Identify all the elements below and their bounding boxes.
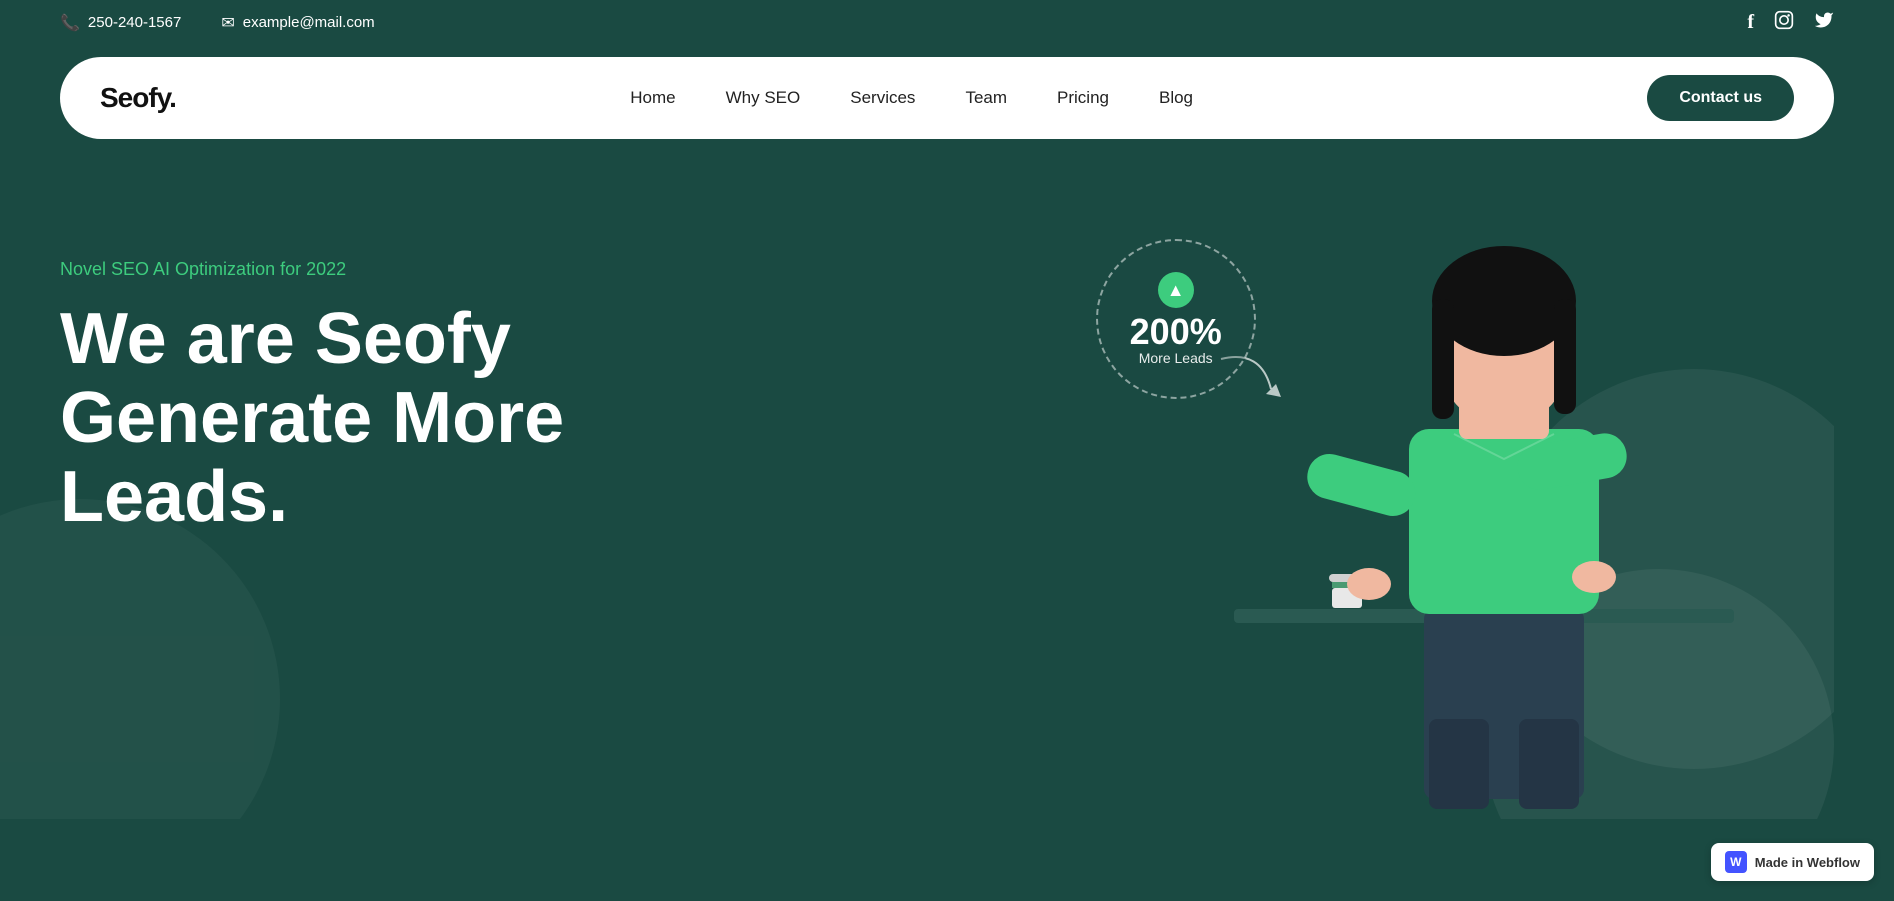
nav-item-why-seo[interactable]: Why SEO bbox=[726, 88, 801, 108]
badge-label: More Leads bbox=[1139, 350, 1213, 366]
nav-links: Home Why SEO Services Team Pricing Blog bbox=[630, 88, 1193, 108]
nav-bar: Seofy. Home Why SEO Services Team Pricin… bbox=[60, 57, 1834, 139]
instagram-icon[interactable] bbox=[1774, 10, 1794, 35]
hero-title-line1: We are Seofy bbox=[60, 299, 511, 379]
hero-title-line3: Leads. bbox=[60, 457, 288, 537]
badge-circle: ▲ 200% More Leads bbox=[1096, 239, 1256, 399]
social-links: f bbox=[1747, 10, 1834, 35]
top-bar-left: 📞 250-240-1567 ✉ example@mail.com bbox=[60, 13, 375, 33]
webflow-icon: W bbox=[1725, 851, 1747, 873]
nav-link-home[interactable]: Home bbox=[630, 88, 675, 107]
hero-section: Novel SEO AI Optimization for 2022 We ar… bbox=[0, 159, 1894, 819]
nav-link-why-seo[interactable]: Why SEO bbox=[726, 88, 801, 107]
nav-link-pricing[interactable]: Pricing bbox=[1057, 88, 1109, 107]
email-icon: ✉ bbox=[221, 13, 234, 33]
hero-title-line2: Generate More bbox=[60, 378, 564, 458]
hero-title: We are Seofy Generate More Leads. bbox=[60, 300, 1036, 538]
webflow-label: Made in Webflow bbox=[1755, 855, 1860, 870]
phone-item: 📞 250-240-1567 bbox=[60, 13, 181, 33]
email-address: example@mail.com bbox=[243, 14, 375, 31]
nav-item-blog[interactable]: Blog bbox=[1159, 88, 1193, 108]
nav-item-team[interactable]: Team bbox=[965, 88, 1007, 108]
twitter-icon[interactable] bbox=[1814, 10, 1834, 35]
badge-percent: 200% bbox=[1130, 314, 1222, 350]
phone-icon: 📞 bbox=[60, 13, 80, 33]
logo[interactable]: Seofy. bbox=[100, 82, 176, 114]
contact-button[interactable]: Contact us bbox=[1647, 75, 1794, 121]
nav-link-services[interactable]: Services bbox=[850, 88, 915, 107]
top-bar: 📞 250-240-1567 ✉ example@mail.com f bbox=[0, 0, 1894, 45]
nav-item-pricing[interactable]: Pricing bbox=[1057, 88, 1109, 108]
nav-link-blog[interactable]: Blog bbox=[1159, 88, 1193, 107]
arrow-up-icon: ▲ bbox=[1158, 272, 1194, 308]
webflow-badge[interactable]: W Made in Webflow bbox=[1711, 843, 1874, 881]
email-item: ✉ example@mail.com bbox=[221, 13, 374, 33]
phone-number: 250-240-1567 bbox=[88, 14, 181, 31]
stats-badge: ▲ 200% More Leads bbox=[1096, 239, 1256, 399]
nav-item-services[interactable]: Services bbox=[850, 88, 915, 108]
nav-wrapper: Seofy. Home Why SEO Services Team Pricin… bbox=[0, 45, 1894, 159]
hero-subtitle: Novel SEO AI Optimization for 2022 bbox=[60, 259, 1036, 280]
nav-link-team[interactable]: Team bbox=[965, 88, 1007, 107]
hero-right: ▲ 200% More Leads bbox=[1036, 219, 1834, 819]
hero-left: Novel SEO AI Optimization for 2022 We ar… bbox=[60, 219, 1036, 538]
facebook-icon[interactable]: f bbox=[1747, 11, 1754, 34]
nav-item-home[interactable]: Home bbox=[630, 88, 675, 108]
